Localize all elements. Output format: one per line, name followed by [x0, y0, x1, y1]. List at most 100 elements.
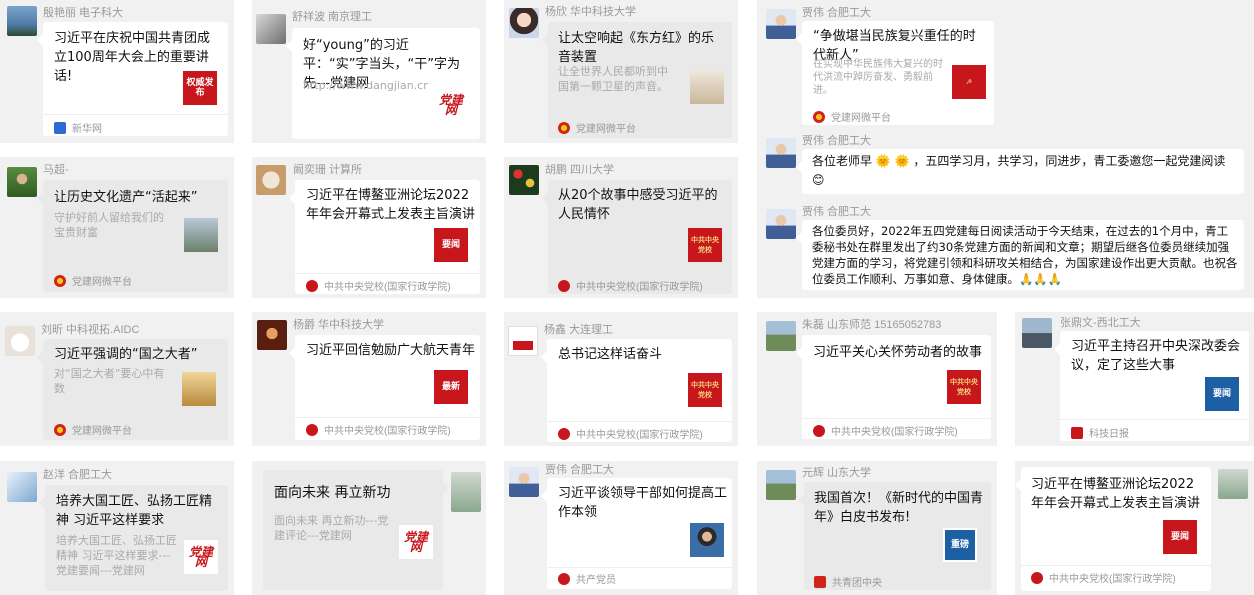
message-tile: 刘昕 中科视拓.AIDC 习近平强调的“国之大者” 对“国之大者”要心中有数 党… [0, 312, 234, 446]
article-card[interactable]: 总书记这样话奋斗 中共中央党校 中共中央党校(国家行政学院) [541, 339, 732, 442]
avatar[interactable] [509, 165, 539, 195]
chat-message[interactable]: 各位委员好，2022年五四党建每日阅读活动于今天结束，在过去的1个月中，青工委秘… [796, 220, 1244, 290]
article-card[interactable]: 习近平关心关怀劳动者的故事 中共中央党校 中共中央党校(国家行政学院) [796, 335, 991, 439]
article-thumbnail: 中共中央党校 [688, 228, 722, 262]
avatar[interactable] [257, 320, 287, 350]
chat-message[interactable]: 各位老师早 🌞 🌞 ，五四学习月，共学习，同进步，青工委邀您一起党建阅读 😊 [796, 149, 1244, 194]
article-title: 我国首次！《新时代的中国青年》白皮书发布! [814, 491, 984, 525]
article-title: 习近平回信勉励广大航天青年 [306, 343, 476, 358]
article-source: 中共中央党校(国家行政学院) [558, 278, 703, 293]
article-thumbnail [184, 218, 218, 252]
dangjian-icon [558, 121, 570, 134]
article-desc: 培养大国工匠、弘扬工匠精神 习近平这样要求---党建要闻---党建网 [56, 534, 177, 577]
article-card[interactable]: 我国首次！《新时代的中国青年》白皮书发布! 重磅 共青团中央 [798, 482, 991, 590]
sender-name: 贾伟 合肥工大 [545, 464, 615, 476]
message-tile: 舒祥波 南京理工 好“young”的习近平：“实”字当头，“干”字为先---党建… [252, 0, 486, 143]
avatar[interactable] [256, 14, 286, 44]
party-school-icon [306, 279, 318, 292]
sender-name: 舒祥波 南京理工 [292, 11, 373, 23]
sender-name: 杨鑫 大连理工 [544, 324, 614, 336]
avatar[interactable] [256, 165, 286, 195]
sender-name: 殷艳丽 电子科大 [43, 7, 124, 19]
article-card[interactable]: 让历史文化遗产“活起来” 守护好前人留给我们的宝贵财富 党建网微平台 [37, 180, 228, 292]
avatar[interactable] [1022, 318, 1052, 348]
article-source: 党建网微平台 [813, 109, 891, 124]
article-card[interactable]: 习近平主持召开中央深改委会议，定了这些大事 要闻 科技日报 [1054, 331, 1249, 441]
article-card[interactable]: 习近平谈领导干部如何提高工作本领 共产党员 [541, 478, 732, 589]
article-thumbnail: 要闻 [1205, 377, 1239, 411]
article-card[interactable]: 培养大国工匠、弘扬工匠精神 习近平这样要求 培养大国工匠、弘扬工匠精神 习近平这… [39, 485, 228, 591]
article-desc: 在实现中华民族伟大复兴的时代洪流中踔厉奋发、勇毅前进。 [813, 59, 943, 96]
article-thumbnail: 中共中央党校 [688, 373, 722, 407]
article-title: 习近平关心关怀劳动者的故事 [813, 345, 983, 360]
article-title: 习近平在博鳌亚洲论坛2022年年会开幕式上发表主旨演讲 [306, 188, 476, 222]
message-tile: 胡鹏 四川大学 从20个故事中感受习近平的人民情怀 中共中央党校 中共中央党校(… [504, 157, 738, 298]
article-title: 习近平谈领导干部如何提高工作本领 [558, 486, 728, 520]
sender-name: 贾伟 合肥工大 [802, 7, 872, 19]
avatar[interactable] [7, 6, 37, 36]
dangjian-logo: 党建网 [399, 525, 433, 559]
article-source: 新华网 [54, 120, 102, 135]
article-source: 中共中央党校(国家行政学院) [1031, 570, 1176, 585]
xinhua-icon [54, 121, 66, 134]
dangjian-icon [54, 423, 66, 436]
article-card[interactable]: 面向未来 再立新功 面向未来 再立新功---党建评论---党建网 党建网 [263, 470, 449, 590]
sender-name: 张鼎文-西北工大 [1060, 317, 1141, 329]
avatar[interactable] [766, 138, 796, 168]
message-tile: 杨鑫 大连理工 总书记这样话奋斗 中共中央党校 中共中央党校(国家行政学院) [504, 312, 738, 446]
sender-name: 胡鹏 四川大学 [545, 164, 615, 176]
party-school-icon [306, 423, 318, 436]
avatar[interactable] [766, 470, 796, 500]
message-tile: 贾伟 合肥工大 “争做堪当民族复兴重任的时代新人” 在实现中华民族伟大复兴的时代… [757, 0, 1254, 298]
article-thumbnail: 最新 [434, 370, 468, 404]
sender-name: 朱磊 山东师范 15165052783 [802, 319, 942, 331]
article-thumbnail: 重磅 [943, 528, 977, 562]
article-thumbnail: 中共中央党校 [947, 370, 981, 404]
article-card[interactable]: 习近平回信勉励广大航天青年 最新 中共中央党校(国家行政学院) [289, 335, 480, 440]
avatar[interactable] [451, 472, 481, 512]
avatar[interactable] [509, 467, 539, 497]
message-tile: 赵洋 合肥工大 培养大国工匠、弘扬工匠精神 习近平这样要求 培养大国工匠、弘扬工… [0, 461, 234, 595]
party-school-icon [813, 424, 825, 437]
article-card[interactable]: 让太空响起《东方红》的乐音装置 让全世界人民都听到中国第一颗卫星的声音。 党建网… [542, 22, 732, 138]
avatar[interactable] [7, 472, 37, 502]
avatar[interactable] [766, 321, 796, 351]
avatar[interactable] [7, 167, 37, 197]
article-source: 中共中央党校(国家行政学院) [813, 423, 958, 438]
article-title: 总书记这样话奋斗 [558, 347, 663, 362]
article-source: 中共中央党校(国家行政学院) [306, 422, 451, 437]
article-thumbnail [690, 523, 724, 557]
dangjian-icon [54, 274, 66, 287]
avatar[interactable] [508, 326, 538, 356]
avatar[interactable] [1218, 469, 1248, 499]
article-card[interactable]: 习近平在博鳌亚洲论坛2022年年会开幕式上发表主旨演讲 要闻 中共中央党校(国家… [1015, 467, 1211, 591]
message-tile: 面向未来 再立新功 面向未来 再立新功---党建评论---党建网 党建网 [252, 461, 486, 595]
party-school-icon [1031, 571, 1043, 584]
article-thumbnail: 要闻 [1163, 520, 1197, 554]
article-link[interactable]: http://www.dangjian.cn/shouye/sixianglil… [303, 78, 428, 138]
party-member-icon [558, 572, 570, 585]
article-source: 党建网微平台 [558, 120, 636, 135]
article-title: 面向未来 再立新功 [274, 485, 391, 501]
party-school-icon [558, 427, 570, 440]
message-tile: 马超- 让历史文化遗产“活起来” 守护好前人留给我们的宝贵财富 党建网微平台 [0, 157, 234, 298]
avatar[interactable] [766, 209, 796, 239]
article-card[interactable]: 习近平在庆祝中国共青团成立100周年大会上的重要讲话! 权威发布 新华网 [37, 22, 228, 136]
article-card[interactable]: 习近平强调的“国之大者” 对“国之大者”要心中有数 党建网微平台 [37, 339, 228, 440]
article-source: 共产党员 [558, 571, 616, 586]
party-emblem-thumbnail: ☭ [952, 65, 986, 99]
article-source: 党建网微平台 [54, 273, 132, 288]
sender-name: 赵洋 合肥工大 [43, 469, 113, 481]
article-card[interactable]: 好“young”的习近平：“实”字当头，“干”字为先---党建网 http://… [286, 28, 480, 139]
avatar[interactable] [766, 9, 796, 39]
tech-daily-icon [1071, 426, 1083, 439]
article-card[interactable]: “争做堪当民族复兴重任的时代新人” 在实现中华民族伟大复兴的时代洪流中踔厉奋发、… [796, 21, 994, 125]
article-thumbnail [182, 372, 216, 406]
message-text: 各位委员好，2022年五四党建每日阅读活动于今天结束，在过去的1个月中，青工委秘… [812, 224, 1238, 286]
message-tile: 元辉 山东大学 我国首次！《新时代的中国青年》白皮书发布! 重磅 共青团中央 [757, 461, 997, 595]
avatar[interactable] [509, 8, 539, 38]
article-card[interactable]: 从20个故事中感受习近平的人民情怀 中共中央党校 中共中央党校(国家行政学院) [542, 180, 732, 294]
article-desc: 让全世界人民都听到中国第一颗卫星的声音。 [558, 65, 668, 93]
article-card[interactable]: 习近平在博鳌亚洲论坛2022年年会开幕式上发表主旨演讲 要闻 中共中央党校(国家… [289, 180, 480, 294]
avatar[interactable] [5, 326, 35, 356]
